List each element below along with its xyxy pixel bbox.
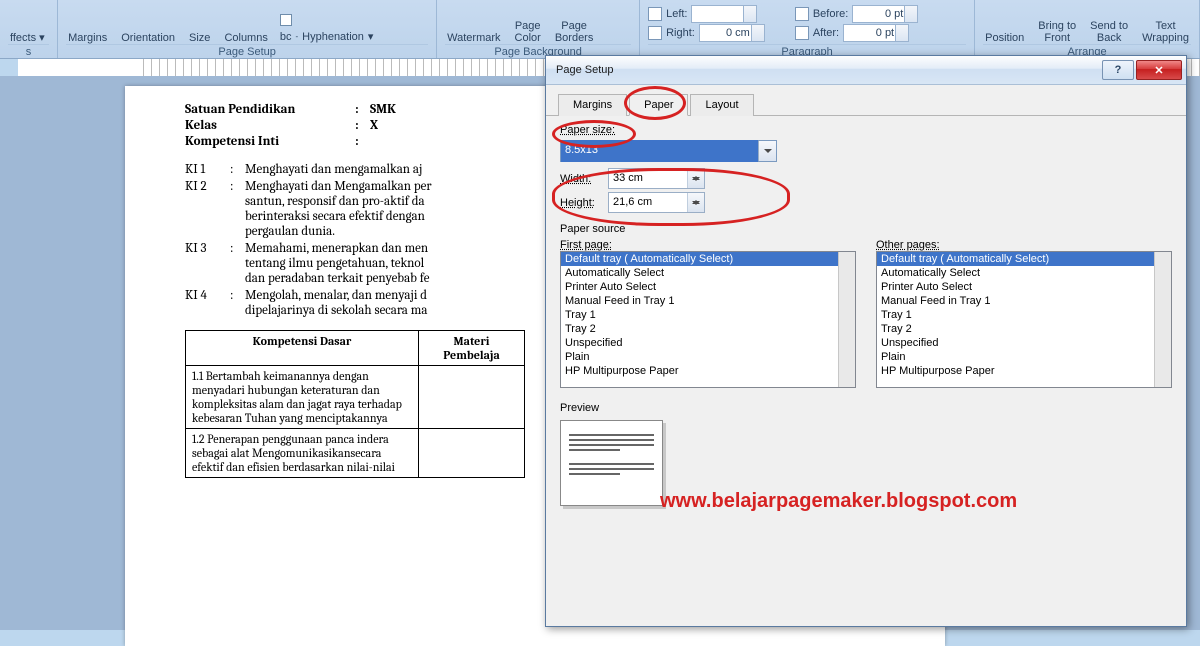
listbox-item[interactable]: HP Multipurpose Paper <box>877 364 1171 378</box>
listbox-item[interactable]: Plain <box>561 350 855 364</box>
spacing-after-label: After: <box>813 27 839 39</box>
height-label: Height: <box>560 197 600 209</box>
page-setup-group-label: Page Setup <box>66 44 428 58</box>
help-button[interactable]: ? <box>1102 60 1134 80</box>
page-setup-dialog: Page Setup ? ✕ Margins Paper Layout Pape… <box>545 55 1187 627</box>
listbox-item[interactable]: Manual Feed in Tray 1 <box>877 294 1171 308</box>
first-page-label: First page: <box>560 239 856 251</box>
chevron-down-icon[interactable] <box>758 141 776 161</box>
spacing-before-label: Before: <box>813 8 848 20</box>
paper-size-combo[interactable]: 8.5x13 <box>560 140 777 162</box>
tab-layout[interactable]: Layout <box>690 94 753 116</box>
line-numbers-button[interactable] <box>280 13 374 27</box>
table-cell: 1.1 Bertambah keimanannya dengan menyada… <box>186 366 419 429</box>
scrollbar[interactable] <box>838 252 855 387</box>
listbox-item[interactable]: Tray 2 <box>561 322 855 336</box>
listbox-item[interactable]: Printer Auto Select <box>561 280 855 294</box>
spacing-after-input[interactable]: 0 pt <box>843 24 909 42</box>
listbox-item[interactable]: Automatically Select <box>877 266 1171 280</box>
columns-button[interactable]: Columns <box>222 30 269 44</box>
indent-right-input[interactable]: 0 cm <box>699 24 765 42</box>
watermark-text: www.belajarpagemaker.blogspot.com <box>660 490 1017 513</box>
page-borders-button[interactable]: Page Borders <box>553 18 596 44</box>
listbox-item[interactable]: Manual Feed in Tray 1 <box>561 294 855 308</box>
spacing-before-input[interactable]: 0 pt <box>852 5 918 23</box>
listbox-item[interactable]: HP Multipurpose Paper <box>561 364 855 378</box>
height-input[interactable]: 21,6 cm <box>608 192 705 213</box>
listbox-item[interactable]: Tray 1 <box>877 308 1171 322</box>
other-pages-listbox[interactable]: Default tray ( Automatically Select)Auto… <box>876 251 1172 388</box>
kompetensi-table: Kompetensi DasarMateri Pembelaja 1.1 Ber… <box>185 330 525 478</box>
listbox-item[interactable]: Unspecified <box>877 336 1171 350</box>
listbox-item[interactable]: Plain <box>877 350 1171 364</box>
dialog-title: Page Setup <box>556 64 614 76</box>
width-label: Width: <box>560 173 600 185</box>
watermark-button[interactable]: Watermark <box>445 30 502 44</box>
listbox-item[interactable]: Default tray ( Automatically Select) <box>877 252 1171 266</box>
text-wrapping-button[interactable]: Text Wrapping <box>1140 18 1191 44</box>
margins-button[interactable]: Margins <box>66 30 109 44</box>
table-cell: 1.2 Penerapan penggunaan panca indera se… <box>186 429 419 478</box>
dialog-tabs: Margins Paper Layout <box>546 85 1186 116</box>
width-input[interactable]: 33 cm <box>608 168 705 189</box>
table-header-1: Kompetensi Dasar <box>186 331 419 366</box>
listbox-item[interactable]: Tray 1 <box>561 308 855 322</box>
position-button[interactable]: Position <box>983 30 1026 44</box>
effects-button[interactable]: ffects ▾ <box>8 29 47 44</box>
tab-margins[interactable]: Margins <box>558 94 627 116</box>
scrollbar[interactable] <box>1154 252 1171 387</box>
orientation-button[interactable]: Orientation <box>119 30 177 44</box>
listbox-item[interactable]: Unspecified <box>561 336 855 350</box>
dialog-titlebar[interactable]: Page Setup ? ✕ <box>546 56 1186 85</box>
table-header-2: Materi Pembelaja <box>419 331 525 366</box>
paper-source-label: Paper source <box>560 223 1172 235</box>
preview-label: Preview <box>560 402 1172 414</box>
listbox-item[interactable]: Printer Auto Select <box>877 280 1171 294</box>
tab-paper[interactable]: Paper <box>629 94 688 116</box>
page-color-button[interactable]: Page Color <box>513 18 543 44</box>
listbox-item[interactable]: Tray 2 <box>877 322 1171 336</box>
paper-size-label: Paper size: <box>560 124 1172 136</box>
ribbon: ffects ▾ s Margins Orientation Size Colu… <box>0 0 1200 59</box>
send-back-button[interactable]: Send to Back <box>1088 18 1130 44</box>
close-button[interactable]: ✕ <box>1136 60 1182 80</box>
listbox-item[interactable]: Default tray ( Automatically Select) <box>561 252 855 266</box>
hyphenation-button[interactable]: bc- Hyphenation ▾ <box>280 29 374 44</box>
preview-thumbnail <box>560 420 663 506</box>
bring-front-button[interactable]: Bring to Front <box>1036 18 1078 44</box>
other-pages-label: Other pages: <box>876 239 1172 251</box>
first-page-listbox[interactable]: Default tray ( Automatically Select)Auto… <box>560 251 856 388</box>
indent-right-label: Right: <box>666 27 695 39</box>
size-button[interactable]: Size <box>187 30 212 44</box>
indent-left-label: Left: <box>666 8 687 20</box>
listbox-item[interactable]: Automatically Select <box>561 266 855 280</box>
